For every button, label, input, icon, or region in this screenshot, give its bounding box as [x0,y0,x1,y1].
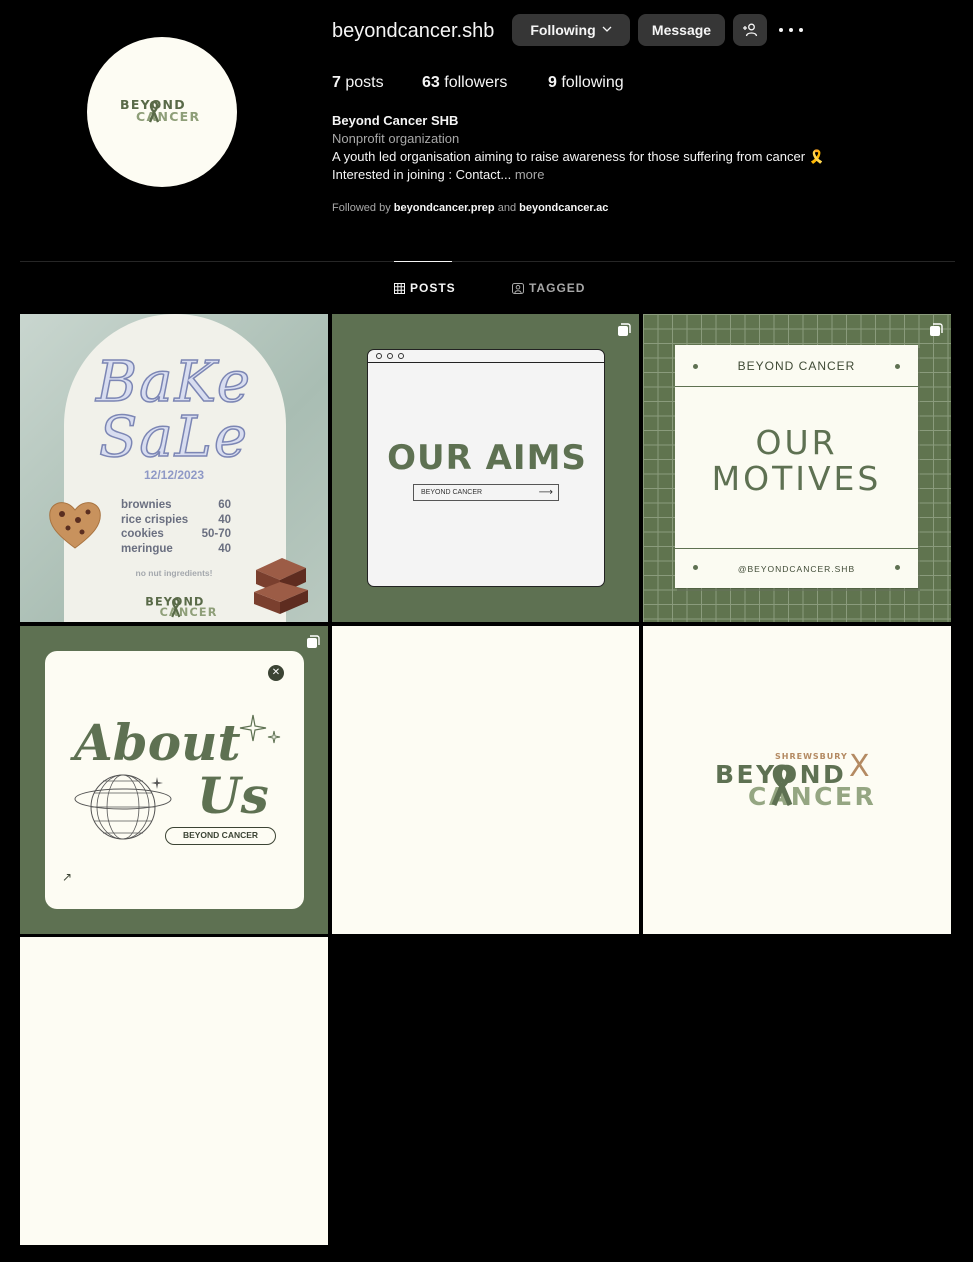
motives-card: BEYOND CANCER OUR MOTIVES @BEYONDCANCER.… [675,345,918,588]
our-aims-box: BEYOND CANCER ⟶ [413,484,559,501]
add-user-icon [743,23,758,37]
globe-icon [74,774,172,840]
tab-tagged[interactable]: TAGGED [512,281,585,295]
post-blank-1[interactable] [332,626,639,934]
motives-header: BEYOND CANCER [737,359,856,373]
bio-more-link[interactable]: more [515,167,545,182]
message-button[interactable]: Message [638,14,725,46]
about-title-1: About [74,713,241,772]
menu-row: brownies 60 [121,499,231,511]
about-card: ✕ About Us BEYOND CANCER ↗ [45,651,304,909]
bake-sale-title-2: SaLe [98,404,250,471]
bake-sale-date: 12/12/2023 [143,468,205,482]
bio-text: A youth led organisation aiming to raise… [332,149,825,164]
bake-sale-logo: BEYOND CANCER [145,594,218,619]
ribbon-icon [171,597,181,618]
chevron-down-icon [602,23,612,35]
tagged-icon [512,282,524,294]
bio-category: Nonprofit organization [332,131,460,146]
close-icon: ✕ [268,665,284,681]
tab-posts[interactable]: POSTS [394,281,456,295]
post-blank-2[interactable] [20,937,328,1245]
following-button-label: Following [530,22,596,38]
bio-line2: Interested in joining : Contact... more [332,167,544,182]
cookie-heart-icon [49,502,101,549]
sparkle-icon [239,714,281,744]
arrow-up-right-icon: ↗ [62,870,73,884]
motives-title-1: OUR [755,423,838,462]
logo-cancer: CANCER [748,782,877,811]
carousel-icon [930,323,943,336]
followers-link[interactable]: 63 followers [422,74,507,92]
followed-by: Followed by beyondcancer.prep and beyond… [332,202,609,214]
motives-footer: @BEYONDCANCER.SHB [737,564,856,574]
brownie-icon [254,558,308,614]
browser-window-graphic: OUR AIMS BEYOND CANCER ⟶ [367,349,605,587]
bio-line2-text: Interested in joining : Contact... [332,167,512,182]
menu-row: rice crispies 40 [121,513,231,526]
profile-avatar[interactable]: BEYOND CANCER [87,37,237,187]
carousel-icon [307,635,320,648]
our-aims-title: OUR AIMS [387,438,587,478]
about-pill: BEYOND CANCER [165,827,276,845]
bake-sale-menu: brownies 60 rice crispies 40 cookies 50-70 … [121,498,231,556]
avatar-logo: BEYOND CANCER [120,97,204,127]
menu-row: meringue 40 [121,542,231,555]
ribbon-icon [771,764,793,806]
tab-active-indicator [394,261,452,262]
carousel-icon [618,323,631,336]
arrow-right-icon: ⟶ [538,487,553,498]
about-title-2: Us [197,766,269,825]
logo-x: X [849,749,870,784]
post-bake-sale[interactable]: BaKe SaLe 12/12/2023 brownies 60 rice cri… [20,314,328,622]
bio-name: Beyond Cancer SHB [332,113,459,128]
profile-username: beyondcancer.shb [332,20,495,42]
window-titlebar [368,350,604,363]
shrewsbury-logo: SHREWSBURY X BEYOND CANCER [715,749,895,812]
motives-title-2: MOTIVES [711,459,882,498]
grid-icon [394,282,405,294]
post-shrewsbury-logo[interactable]: SHREWSBURY X BEYOND CANCER [643,626,951,934]
tabs-divider [20,261,955,262]
more-options-icon[interactable] [779,22,803,38]
suggested-users-button[interactable] [733,14,767,46]
followed-by-user2[interactable]: beyondcancer.ac [519,202,608,214]
posts-count[interactable]: 7 posts [332,74,384,92]
ribbon-icon [149,100,159,123]
following-button[interactable]: Following [512,14,630,46]
post-our-aims[interactable]: OUR AIMS BEYOND CANCER ⟶ [332,314,639,622]
menu-row: cookies 50-70 [121,528,231,540]
post-about-us[interactable]: ✕ About Us BEYOND CANCER ↗ [20,626,328,934]
following-link[interactable]: 9 following [548,74,624,92]
followed-by-user1[interactable]: beyondcancer.prep [394,202,495,214]
post-our-motives[interactable]: BEYOND CANCER OUR MOTIVES @BEYONDCANCER.… [643,314,951,622]
avatar-logo-line2: CANCER [136,109,201,124]
